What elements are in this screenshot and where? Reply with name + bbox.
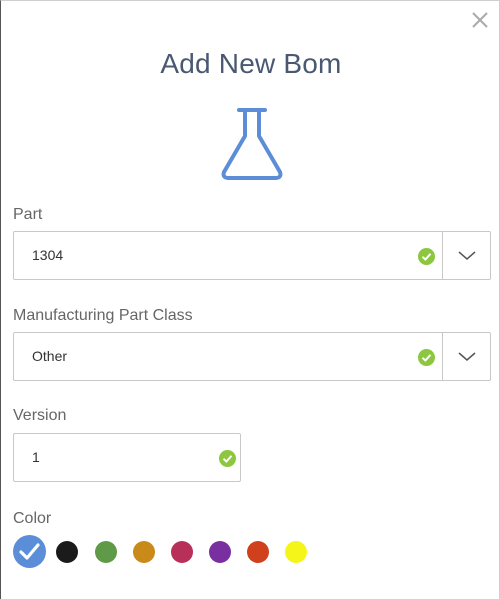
- version-value: 1: [32, 449, 40, 465]
- chevron-down-icon: [458, 251, 476, 260]
- color-swatch[interactable]: [13, 535, 46, 568]
- part-dropdown-toggle[interactable]: [442, 232, 490, 279]
- close-button[interactable]: [469, 9, 491, 31]
- color-label: Color: [13, 510, 52, 527]
- color-swatch[interactable]: [209, 541, 231, 563]
- mfg-part-class-label: Manufacturing Part Class: [13, 307, 193, 324]
- dialog: Add New Bom Part 1304 Manufacturing Part…: [0, 0, 500, 599]
- color-swatch[interactable]: [56, 541, 78, 563]
- version-label: Version: [13, 407, 67, 424]
- color-swatch[interactable]: [285, 541, 307, 563]
- color-swatch[interactable]: [133, 541, 155, 563]
- mfg-part-class-select[interactable]: Other: [13, 332, 491, 381]
- color-swatch[interactable]: [247, 541, 269, 563]
- color-swatch[interactable]: [95, 541, 117, 563]
- close-icon: [472, 12, 488, 28]
- flask-icon: [219, 106, 285, 182]
- valid-check-icon: [418, 248, 435, 265]
- check-icon: [19, 543, 40, 560]
- color-swatch[interactable]: [171, 541, 193, 563]
- mfg-part-class-dropdown-toggle[interactable]: [442, 333, 490, 380]
- valid-check-icon: [219, 450, 236, 467]
- valid-check-icon: [418, 349, 435, 366]
- mfg-part-class-value: Other: [32, 348, 68, 364]
- part-select[interactable]: 1304: [13, 231, 491, 280]
- chevron-down-icon: [458, 352, 476, 361]
- part-label: Part: [13, 206, 43, 223]
- dialog-title: Add New Bom: [160, 48, 342, 79]
- version-input[interactable]: 1: [13, 433, 241, 482]
- part-value: 1304: [32, 247, 64, 263]
